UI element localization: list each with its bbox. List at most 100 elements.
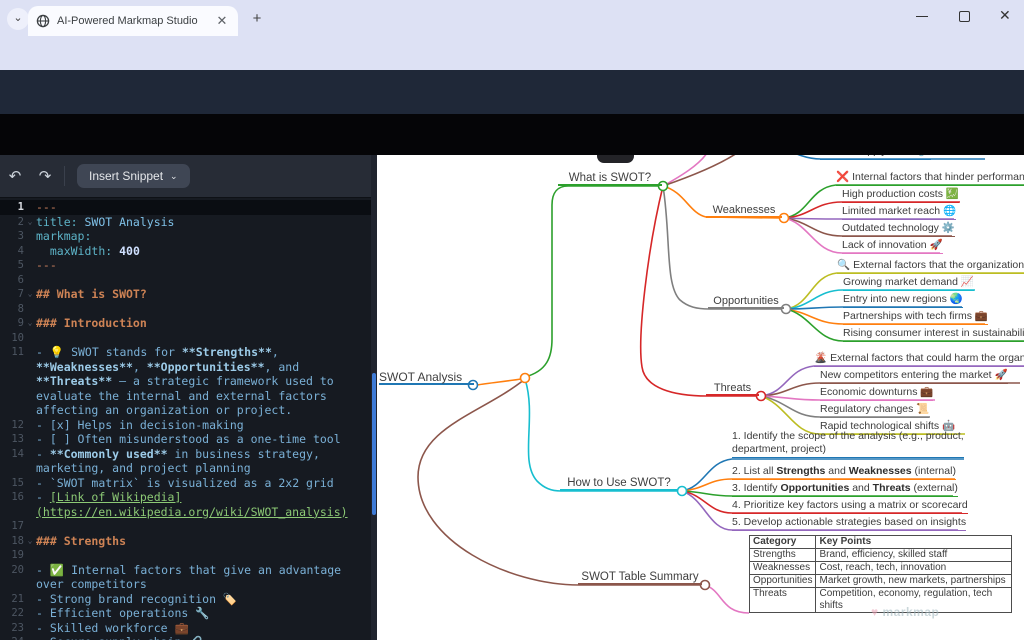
line-content[interactable]: - [ ] Often misunderstood as a one-time … <box>36 432 371 447</box>
line-content[interactable] <box>36 331 371 346</box>
editor-line[interactable]: 16- [Link of Wikipedia](https://en.wikip… <box>0 490 371 519</box>
line-content[interactable]: - [Link of Wikipedia](https://en.wikiped… <box>36 490 371 519</box>
fold-gutter <box>24 200 36 215</box>
line-content[interactable]: - Efficient operations 🔧 <box>36 606 371 621</box>
node-step-4[interactable]: 4. Prioritize key factors using a matrix… <box>732 499 968 514</box>
fold-chevron-icon[interactable]: ⌄ <box>24 316 36 331</box>
editor-scrollbar-thumb[interactable] <box>372 373 376 515</box>
node-opportunities[interactable]: Opportunities <box>708 294 784 309</box>
fold-chevron-icon[interactable]: ⌄ <box>24 534 36 549</box>
line-content[interactable]: - Secure supply chain 🔗 <box>36 635 371 640</box>
editor-line[interactable]: 21- Strong brand recognition 🏷️ <box>0 592 371 607</box>
undo-icon[interactable]: ↶ <box>0 167 30 185</box>
node-weaknesses[interactable]: Weaknesses <box>706 203 782 218</box>
node-step-5[interactable]: 5. Develop actionable strategies based o… <box>732 516 966 531</box>
editor-line[interactable]: 7⌄## What is SWOT? <box>0 287 371 302</box>
line-content[interactable]: - `SWOT matrix` is visualized as a 2x2 g… <box>36 476 371 491</box>
node-high-production-costs[interactable]: High production costs 💹 <box>842 188 959 203</box>
fold-chevron-icon[interactable]: ⌄ <box>24 287 36 302</box>
editor-line[interactable]: 19 <box>0 548 371 563</box>
fold-chevron-icon[interactable]: ⌄ <box>24 215 36 230</box>
editor-line[interactable]: 20- ✅ Internal factors that give an adva… <box>0 563 371 592</box>
node-limited-market-reach[interactable]: Limited market reach 🌐 <box>842 205 956 220</box>
node-threats[interactable]: Threats <box>706 381 759 396</box>
mindmap-node-circle[interactable] <box>521 374 530 383</box>
editor-line[interactable]: 14- **Commonly used** in business strate… <box>0 447 371 476</box>
editor-line[interactable]: 13- [ ] Often misunderstood as a one-tim… <box>0 432 371 447</box>
node-growing-market-demand[interactable]: Growing market demand 📈 <box>843 276 974 291</box>
line-content[interactable]: - ✅ Internal factors that give an advant… <box>36 563 371 592</box>
node-swot-table-summary[interactable]: SWOT Table Summary <box>578 570 702 585</box>
tab-close-icon[interactable]: ✕ <box>214 13 230 29</box>
editor-line[interactable]: 4 maxWidth: 400 <box>0 244 371 259</box>
editor-line[interactable]: 3markmap: <box>0 229 371 244</box>
node-outdated-technology[interactable]: Outdated technology ⚙️ <box>842 222 955 237</box>
line-content[interactable]: - [x] Helps in decision-making <box>36 418 371 433</box>
line-content[interactable]: --- <box>36 200 371 215</box>
editor-line[interactable]: 8 <box>0 302 371 317</box>
editor-line[interactable]: 24- Secure supply chain 🔗 <box>0 635 371 640</box>
editor-line[interactable]: 1--- <box>0 200 371 215</box>
editor-line[interactable]: 5--- <box>0 258 371 273</box>
line-content[interactable]: ### Strengths <box>36 534 371 549</box>
editor-line[interactable]: 2⌄title: SWOT Analysis <box>0 215 371 230</box>
swot-summary-table[interactable]: CategoryKey Points StrengthsBrand, effic… <box>749 535 1012 613</box>
node-step-2[interactable]: 2. List all Strengths and Weaknesses (in… <box>732 465 956 480</box>
editor-line[interactable]: 23- Skilled workforce 💼 <box>0 621 371 636</box>
line-content[interactable]: ## What is SWOT? <box>36 287 371 302</box>
editor-line[interactable]: 12- [x] Helps in decision-making <box>0 418 371 433</box>
line-content[interactable]: - Skilled workforce 💼 <box>36 621 371 636</box>
window-close-button[interactable]: ✕ <box>999 7 1011 24</box>
node-opp-desc[interactable]: 🔍External factors that the organization … <box>837 259 1024 274</box>
editor-line[interactable]: 11- 💡 SWOT stands for **Strengths**, **W… <box>0 345 371 418</box>
node-how-to-use-swot[interactable]: How to Use SWOT? <box>560 476 678 491</box>
line-content[interactable] <box>36 273 371 288</box>
editor-line[interactable]: 10 <box>0 331 371 346</box>
line-content[interactable]: --- <box>36 258 371 273</box>
line-content[interactable] <box>36 519 371 534</box>
editor-line[interactable]: 17 <box>0 519 371 534</box>
node-partnerships-tech-firms[interactable]: Partnerships with tech firms 💼 <box>843 310 988 325</box>
table-cell: Threats <box>750 588 816 613</box>
window-minimize-button[interactable] <box>916 8 928 17</box>
insert-snippet-button[interactable]: Insert Snippet⌄ <box>77 164 190 188</box>
line-content[interactable] <box>36 548 371 563</box>
node-economic-downturns[interactable]: Economic downturns 💼 <box>820 386 933 401</box>
line-content[interactable]: - Strong brand recognition 🏷️ <box>36 592 371 607</box>
editor-line[interactable]: 9⌄### Introduction <box>0 316 371 331</box>
node-step-1[interactable]: 1. Identify the scope of the analysis (e… <box>732 430 964 458</box>
editor-line[interactable]: 18⌄### Strengths <box>0 534 371 549</box>
node-regulatory-changes[interactable]: Regulatory changes 📜 <box>820 403 929 418</box>
line-content[interactable] <box>36 302 371 317</box>
line-content[interactable]: ### Introduction <box>36 316 371 331</box>
node-secure-supply-chain[interactable]: Secure supply chain 🔗 <box>820 155 931 160</box>
editor-code-area[interactable]: 1---2⌄title: SWOT Analysis3markmap:4 max… <box>0 200 371 640</box>
editor-line[interactable]: 22- Efficient operations 🔧 <box>0 606 371 621</box>
new-tab-button[interactable]: + <box>248 10 266 27</box>
line-content[interactable]: markmap: <box>36 229 371 244</box>
mindmap-canvas[interactable]: SWOT Analysis What is SWOT? Weaknesses Oppo… <box>371 155 1024 640</box>
node-lack-of-innovation[interactable]: Lack of innovation 🚀 <box>842 239 943 254</box>
line-content[interactable]: maxWidth: 400 <box>36 244 371 259</box>
redo-icon[interactable]: ↷ <box>30 167 60 185</box>
browser-tab[interactable]: AI-Powered Markmap Studio ✕ <box>28 6 238 36</box>
node-entry-new-regions[interactable]: Entry into new regions 🌏 <box>843 293 963 308</box>
tab-search-button[interactable]: ⌄ <box>7 8 29 30</box>
mindmap-link <box>705 585 749 613</box>
node-threat-desc[interactable]: 🌋External factors that could harm the or… <box>814 352 1024 367</box>
editor-line[interactable]: 15- `SWOT matrix` is visualized as a 2x2… <box>0 476 371 491</box>
window-maximize-button[interactable] <box>959 11 970 22</box>
node-swot-analysis[interactable]: SWOT Analysis <box>379 370 474 385</box>
mindmap-node-circle[interactable] <box>678 487 687 496</box>
chevron-down-icon: ⌄ <box>170 171 178 182</box>
line-content[interactable]: - **Commonly used** in business strategy… <box>36 447 371 476</box>
node-step-3[interactable]: 3. Identify Opportunities and Threats (e… <box>732 482 958 497</box>
editor-line[interactable]: 6 <box>0 273 371 288</box>
line-content[interactable]: - 💡 SWOT stands for **Strengths**, **Wea… <box>36 345 371 418</box>
node-new-competitors[interactable]: New competitors entering the market 🚀 <box>820 369 1008 384</box>
node-what-is-swot[interactable]: What is SWOT? <box>558 171 662 186</box>
node-weak-desc[interactable]: ❌Internal factors that hinder performanc… <box>836 171 1024 186</box>
markdown-editor-panel[interactable]: ↶ ↷ Insert Snippet⌄ 1---2⌄title: SWOT An… <box>0 155 371 640</box>
line-content[interactable]: title: SWOT Analysis <box>36 215 371 230</box>
node-rising-consumer-interest[interactable]: Rising consumer interest in sustainabili… <box>843 327 1024 342</box>
